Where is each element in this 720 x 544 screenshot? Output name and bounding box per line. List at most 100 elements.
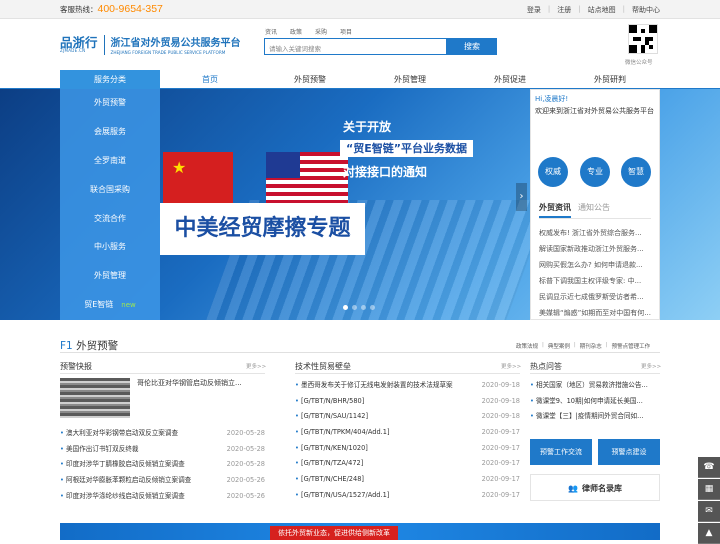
category-sidebar: 外贸预警 会展服务 全罗南道 联合国采购 交流合作 中小服务 外贸管理 贸E智链… bbox=[60, 89, 160, 320]
item-date: 2020-09-18 bbox=[481, 381, 520, 389]
banner-dot[interactable] bbox=[370, 305, 375, 310]
site-logo[interactable]: 品浙行 ZJMADE.CN 浙江省对外贸易公共服务平台 ZHEJIANG FOR… bbox=[60, 34, 241, 55]
list-item[interactable]: [G/TBT/N/SAU/1142] 2020-09-18 bbox=[295, 409, 520, 425]
item-date: 2020-05-26 bbox=[226, 491, 265, 500]
search-button[interactable]: 搜索 bbox=[447, 38, 497, 55]
list-item[interactable]: [G/TBT/N/BHR/580] 2020-09-18 bbox=[295, 394, 520, 410]
list-item[interactable]: [G/TBT/N/USA/1527/Add.1] 2020-09-17 bbox=[295, 488, 520, 504]
help-link[interactable]: 帮助中心 bbox=[632, 5, 660, 15]
banner-dot[interactable] bbox=[343, 305, 348, 310]
steel-pipe-image[interactable] bbox=[60, 378, 130, 418]
item-title: [G/TBT/N/TPKM/404/Add.1] bbox=[295, 425, 390, 441]
list-item[interactable]: 网购买假怎么办? 如何申请退款... bbox=[539, 257, 651, 273]
item-date: 2020-09-17 bbox=[481, 443, 520, 452]
separator: | bbox=[573, 342, 576, 348]
register-link[interactable]: 注册 bbox=[557, 5, 571, 15]
sidebar-item-un-purchase[interactable]: 联合国采购 bbox=[60, 176, 160, 205]
qr-icon[interactable]: ▦ bbox=[698, 479, 720, 500]
banner-line1: 关于开放 bbox=[343, 120, 392, 134]
list-item[interactable]: 墨西哥发布关于修订无线电发射装置的技术法规草案 2020-09-18 bbox=[295, 378, 520, 394]
list-item[interactable]: 相关国家（地区）贸易救济措施公告... bbox=[530, 378, 660, 394]
link-journals[interactable]: 期刊杂志 bbox=[580, 342, 602, 350]
tab-trade-news[interactable]: 外贸资讯 bbox=[539, 203, 571, 218]
news-list: 权威发布! 浙江省外贸综合服务... 解读国家新政推动浙江外贸服务... 网购买… bbox=[539, 225, 651, 321]
list-item[interactable]: 澳大利亚对华彩钢带启动双反立案调查 2020-05-28 bbox=[60, 426, 265, 442]
link-cases[interactable]: 典型案例 bbox=[548, 342, 570, 350]
banner-next-arrow-icon[interactable]: › bbox=[516, 183, 527, 211]
list-item[interactable]: 标普下调我国主权评级专家: 中... bbox=[539, 273, 651, 289]
list-item[interactable]: 解读国家新政推动浙江外贸服务... bbox=[539, 241, 651, 257]
search-tab-policy[interactable]: 政策 bbox=[290, 27, 302, 36]
hotline-label: 客服热线： bbox=[60, 5, 98, 14]
nav-research[interactable]: 外贸研判 bbox=[560, 70, 660, 89]
wechat-icon[interactable]: ✉ bbox=[698, 501, 720, 522]
separator: | bbox=[547, 5, 551, 13]
sidebar-item-jeonnam[interactable]: 全罗南道 bbox=[60, 147, 160, 176]
nav-category[interactable]: 服务分类 bbox=[60, 70, 160, 89]
search-tab-news[interactable]: 资讯 bbox=[265, 27, 277, 36]
sitemap-link[interactable]: 站点地图 bbox=[588, 5, 616, 15]
banner-dot[interactable] bbox=[361, 305, 366, 310]
banner-line3: 对接接口的通知 bbox=[343, 165, 428, 179]
link-policy[interactable]: 政策法规 bbox=[516, 342, 538, 350]
sidebar-item-management[interactable]: 外贸管理 bbox=[60, 262, 160, 291]
list-item[interactable]: 民调显示近七成俄罗斯受访者希... bbox=[539, 289, 651, 305]
warning-point-button[interactable]: 预警点建设 bbox=[598, 439, 660, 465]
sidebar-item-maoe[interactable]: 贸E智链 new bbox=[60, 291, 160, 320]
col3-more-link[interactable]: 更多>> bbox=[641, 362, 661, 370]
list-item[interactable]: [G/TBT/N/KEN/1020] 2020-09-17 bbox=[295, 441, 520, 457]
sidebar-item-exhibition[interactable]: 会展服务 bbox=[60, 118, 160, 147]
nav-management[interactable]: 外贸管理 bbox=[360, 70, 460, 89]
tab-notices[interactable]: 通知公告 bbox=[578, 203, 610, 212]
logo-mark-block: 品浙行 ZJMADE.CN bbox=[60, 36, 98, 53]
main-nav: 服务分类 首页 外贸预警 外贸管理 外贸促进 外贸研判 bbox=[0, 70, 720, 89]
warning-exchange-button[interactable]: 预警工作交流 bbox=[530, 439, 592, 465]
lawyer-directory-button[interactable]: 👥 律师名录库 bbox=[530, 474, 660, 501]
list-item[interactable]: [G/TBT/N/CHE/248] 2020-09-17 bbox=[295, 472, 520, 488]
people-icon: 👥 bbox=[568, 484, 578, 493]
sidebar-item-sme[interactable]: 中小服务 bbox=[60, 233, 160, 262]
divider bbox=[60, 352, 660, 353]
list-item[interactable]: 印度对涉华丁腈橡胶启动反倾销立案调查 2020-05-28 bbox=[60, 457, 265, 473]
col1-more-link[interactable]: 更多>> bbox=[246, 362, 266, 370]
logo-title-en: ZHEJIANG FOREIGN TRADE PUBLIC SERVICE PL… bbox=[110, 50, 226, 55]
sidebar-item-warning[interactable]: 外贸预警 bbox=[60, 89, 160, 118]
col3-list: 相关国家（地区）贸易救济措施公告... 微课堂9、10期|如何申请延长美国...… bbox=[530, 378, 660, 425]
service-icon[interactable]: ☎ bbox=[698, 457, 720, 478]
col1-list: 澳大利亚对华彩钢带启动双反立案调查 2020-05-28 美国作出订书钉双反终裁 2… bbox=[60, 426, 265, 504]
item-date: 2020-05-26 bbox=[226, 476, 265, 485]
search-tab-project[interactable]: 项目 bbox=[340, 27, 352, 36]
feature-headline[interactable]: 哥伦比亚对华钢管启动反倾销立... bbox=[137, 378, 267, 388]
list-item[interactable]: [G/TBT/N/TPKM/404/Add.1] 2020-09-17 bbox=[295, 425, 520, 441]
col2-more-link[interactable]: 更多>> bbox=[501, 362, 521, 370]
nav-warning[interactable]: 外贸预警 bbox=[260, 70, 360, 89]
nav-home[interactable]: 首页 bbox=[160, 70, 260, 89]
bottom-banner[interactable]: 依托外贸新业态，促进供给侧新改革 bbox=[60, 523, 660, 540]
list-item[interactable]: 微课堂9、10期|如何申请延长美国... bbox=[530, 394, 660, 410]
banner-dot[interactable] bbox=[352, 305, 357, 310]
separator: | bbox=[542, 342, 544, 348]
list-item[interactable]: 印度对涉华涤纶纱线启动反倾销立案调查 2020-05-26 bbox=[60, 489, 265, 505]
authority-button[interactable]: 权威 bbox=[538, 157, 568, 187]
welcome-text: 欢迎来到浙江省对外贸易公共服务平台 bbox=[535, 107, 654, 115]
login-link[interactable]: 登录 bbox=[527, 5, 541, 15]
search-tab-purchase[interactable]: 采购 bbox=[315, 27, 327, 36]
nav-promotion[interactable]: 外贸促进 bbox=[460, 70, 560, 89]
smart-button[interactable]: 智慧 bbox=[621, 157, 651, 187]
search-input[interactable]: 请输入关键词搜索 bbox=[264, 38, 447, 55]
list-item[interactable]: 阿根廷对华膨胀苯颗粒启动反倾销立案调查 2020-05-26 bbox=[60, 473, 265, 489]
sidebar-item-exchange[interactable]: 交流合作 bbox=[60, 205, 160, 234]
hotline-number: 400-9654-357 bbox=[97, 3, 163, 15]
list-item[interactable]: 美国作出订书钉双反终裁 2020-05-28 bbox=[60, 442, 265, 458]
item-date: 2020-09-18 bbox=[481, 396, 520, 405]
item-title: 澳大利亚对华彩钢带启动双反立案调查 bbox=[60, 426, 178, 442]
professional-button[interactable]: 专业 bbox=[580, 157, 610, 187]
list-item[interactable]: 美媒辑“煽惑”如期而至对中国有何... bbox=[539, 305, 651, 321]
list-item[interactable]: 权威发布! 浙江省外贸综合服务... bbox=[539, 225, 651, 241]
separator: | bbox=[578, 5, 581, 13]
link-warning-points[interactable]: 预警点管理工作 bbox=[612, 342, 651, 350]
list-item[interactable]: 微课堂【三】|疫情期间外贸合同如... bbox=[530, 409, 660, 425]
item-date: 2020-09-18 bbox=[481, 412, 520, 421]
list-item[interactable]: [G/TBT/N/TZA/472] 2020-09-17 bbox=[295, 456, 520, 472]
back-to-top-icon[interactable]: ▲ bbox=[698, 523, 720, 544]
